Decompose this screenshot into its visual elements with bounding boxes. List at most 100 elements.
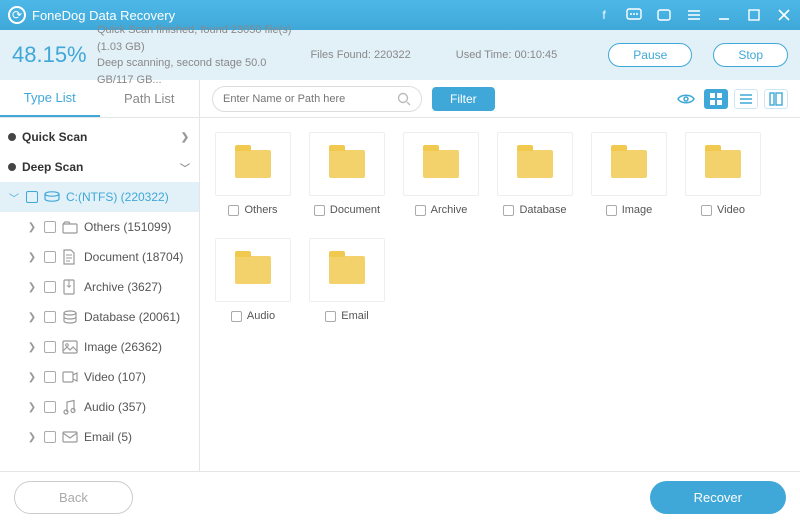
checkbox[interactable] bbox=[701, 205, 712, 216]
tabs-toolbar: Type List Path List Filter bbox=[0, 80, 800, 118]
view-grid-icon[interactable] bbox=[704, 89, 728, 109]
checkbox[interactable] bbox=[503, 205, 514, 216]
tree-item-label: Others (151099) bbox=[84, 220, 191, 234]
checkbox[interactable] bbox=[228, 205, 239, 216]
back-button[interactable]: Back bbox=[14, 481, 133, 514]
minimize-icon[interactable] bbox=[716, 7, 732, 23]
folder-cell[interactable]: Document bbox=[300, 132, 394, 216]
chevron-right-icon: ❯ bbox=[26, 222, 38, 233]
folder-icon bbox=[705, 150, 741, 178]
folder-thumbnail bbox=[215, 238, 291, 302]
maximize-icon[interactable] bbox=[746, 7, 762, 23]
checkbox[interactable] bbox=[314, 205, 325, 216]
checkbox[interactable] bbox=[44, 401, 56, 413]
folder-thumbnail bbox=[309, 238, 385, 302]
titlebar-controls: f bbox=[596, 7, 792, 23]
checkbox[interactable] bbox=[44, 221, 56, 233]
tree-item-label: Archive (3627) bbox=[84, 280, 191, 294]
preview-toggle-icon[interactable] bbox=[674, 89, 698, 109]
tree-deep-scan[interactable]: Deep Scan ﹀ bbox=[0, 152, 199, 182]
tree-drive[interactable]: ﹀ C:(NTFS) (220322) bbox=[0, 182, 199, 212]
pause-button[interactable]: Pause bbox=[608, 43, 692, 67]
close-icon[interactable] bbox=[776, 7, 792, 23]
search-icon[interactable] bbox=[397, 92, 411, 106]
recover-button[interactable]: Recover bbox=[650, 481, 786, 514]
folder-label-row: Database bbox=[503, 204, 566, 216]
checkbox[interactable] bbox=[44, 341, 56, 353]
facebook-icon[interactable]: f bbox=[596, 7, 612, 23]
folder-thumbnail bbox=[497, 132, 573, 196]
view-controls bbox=[674, 89, 788, 109]
tree-item-label: Audio (357) bbox=[84, 400, 191, 414]
register-icon[interactable] bbox=[656, 7, 672, 23]
checkbox[interactable] bbox=[26, 191, 38, 203]
progress-percent: 48.15% bbox=[12, 42, 82, 68]
tree-item[interactable]: ❯ Email (5) bbox=[0, 422, 199, 452]
used-time-value: 00:10:45 bbox=[514, 49, 557, 61]
category-icon bbox=[62, 310, 78, 324]
checkbox[interactable] bbox=[44, 311, 56, 323]
folder-label-row: Video bbox=[701, 204, 745, 216]
view-list-icon[interactable] bbox=[734, 89, 758, 109]
folder-icon bbox=[611, 150, 647, 178]
menu-icon[interactable] bbox=[686, 7, 702, 23]
folder-label-row: Document bbox=[314, 204, 380, 216]
folder-icon bbox=[235, 150, 271, 178]
checkbox[interactable] bbox=[606, 205, 617, 216]
folder-icon bbox=[517, 150, 553, 178]
folder-cell[interactable]: Video bbox=[676, 132, 770, 216]
tree-item-label: Document (18704) bbox=[84, 250, 191, 264]
chevron-right-icon: ❯ bbox=[179, 132, 191, 143]
chevron-down-icon: ﹀ bbox=[179, 160, 191, 175]
tree-item[interactable]: ❯ Document (18704) bbox=[0, 242, 199, 272]
checkbox[interactable] bbox=[44, 281, 56, 293]
checkbox[interactable] bbox=[44, 251, 56, 263]
toolbar: Filter bbox=[200, 80, 800, 117]
view-detail-icon[interactable] bbox=[764, 89, 788, 109]
stop-button[interactable]: Stop bbox=[713, 43, 788, 67]
tree-item[interactable]: ❯ Others (151099) bbox=[0, 212, 199, 242]
scan-messages: Quick Scan finished, found 23050 file(s)… bbox=[97, 22, 295, 88]
folder-cell[interactable]: Database bbox=[488, 132, 582, 216]
tree-item[interactable]: ❯Image (26362) bbox=[0, 332, 199, 362]
folder-cell[interactable]: Archive bbox=[394, 132, 488, 216]
folder-cell[interactable]: Email bbox=[300, 238, 394, 322]
tree-item-label: Database (20061) bbox=[84, 310, 191, 324]
checkbox[interactable] bbox=[231, 311, 242, 322]
folder-label: Email bbox=[341, 310, 369, 322]
checkbox[interactable] bbox=[415, 205, 426, 216]
tree-item[interactable]: ❯Audio (357) bbox=[0, 392, 199, 422]
folder-cell[interactable]: Audio bbox=[206, 238, 300, 322]
footer: Back Recover bbox=[0, 471, 800, 523]
tree-item[interactable]: ❯Archive (3627) bbox=[0, 272, 199, 302]
tree-item[interactable]: ❯Database (20061) bbox=[0, 302, 199, 332]
checkbox[interactable] bbox=[44, 371, 56, 383]
app-logo-icon: ⟳ bbox=[8, 6, 26, 24]
folder-thumbnail bbox=[591, 132, 667, 196]
tree-item-label: Email (5) bbox=[84, 430, 191, 444]
folder-label: Archive bbox=[431, 204, 468, 216]
folder-label-row: Email bbox=[325, 310, 369, 322]
tab-path-list[interactable]: Path List bbox=[100, 80, 200, 117]
checkbox[interactable] bbox=[44, 431, 56, 443]
search-box[interactable] bbox=[212, 86, 422, 112]
folder-cell[interactable]: Image bbox=[582, 132, 676, 216]
category-icon bbox=[62, 279, 78, 295]
feedback-icon[interactable] bbox=[626, 7, 642, 23]
category-icon bbox=[62, 249, 78, 265]
search-input[interactable] bbox=[223, 93, 397, 105]
tree-quick-scan[interactable]: Quick Scan ❯ bbox=[0, 122, 199, 152]
chevron-right-icon: ❯ bbox=[26, 432, 38, 443]
tree-item-label: Video (107) bbox=[84, 370, 191, 384]
folder-cell[interactable]: Others bbox=[206, 132, 300, 216]
checkbox[interactable] bbox=[325, 311, 336, 322]
chevron-right-icon: ❯ bbox=[26, 252, 38, 263]
app-title: FoneDog Data Recovery bbox=[32, 8, 596, 23]
category-icon bbox=[62, 340, 78, 354]
tab-type-list[interactable]: Type List bbox=[0, 80, 100, 117]
tree-panel: Quick Scan ❯ Deep Scan ﹀ ﹀ C:(NTFS) (220… bbox=[0, 118, 200, 471]
folder-label-row: Others bbox=[228, 204, 277, 216]
filter-button[interactable]: Filter bbox=[432, 87, 495, 111]
used-time: Used Time: 00:10:45 bbox=[456, 49, 558, 61]
tree-item[interactable]: ❯Video (107) bbox=[0, 362, 199, 392]
